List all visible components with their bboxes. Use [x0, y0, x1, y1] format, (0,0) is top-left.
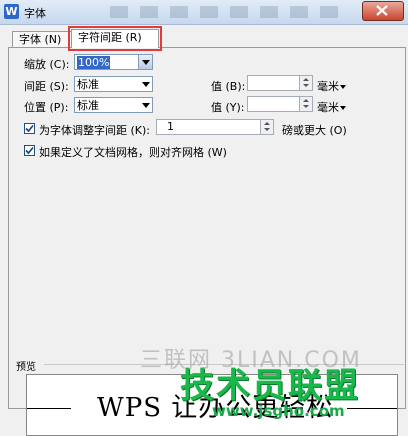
preview-label: 预览	[16, 362, 36, 373]
preview-baseline-left	[27, 408, 71, 409]
kerning-suffix: 磅或更大 (O)	[282, 124, 347, 137]
scale-dropdown-button[interactable]	[138, 55, 152, 69]
kerning-label: 为字体调整字间距 (K):	[39, 124, 150, 137]
spacing-value-label: 值 (B):	[211, 80, 246, 93]
preview-baseline-right	[347, 408, 397, 409]
scale-combo[interactable]: 100%	[74, 54, 153, 70]
watermark-jsgho: 技术员联盟	[180, 366, 360, 406]
spacing-label: 间距 (S):	[24, 80, 69, 93]
kerning-stepper[interactable]	[260, 120, 273, 134]
caret-down-icon	[340, 106, 346, 110]
wps-logo-icon: W	[4, 4, 19, 19]
blurred-toolbar	[110, 6, 350, 18]
spacing-stepper[interactable]	[299, 76, 312, 90]
position-value-label: 值 (Y):	[211, 101, 245, 114]
snap-grid-checkbox[interactable]	[24, 145, 35, 156]
close-icon	[376, 5, 388, 16]
chevron-down-icon	[142, 82, 150, 87]
position-select[interactable]: 标准	[74, 97, 153, 113]
position-unit-dropdown[interactable]: 毫米	[317, 99, 346, 115]
close-button[interactable]	[362, 1, 404, 21]
spacing-unit-dropdown[interactable]: 毫米	[317, 78, 346, 94]
kerning-checkbox[interactable]	[24, 123, 35, 134]
position-stepper[interactable]	[299, 97, 312, 111]
spacing-value-input[interactable]	[247, 75, 313, 91]
kerning-input[interactable]: 1	[156, 119, 274, 135]
tab-char-spacing[interactable]: 字符间距 (R)	[68, 26, 162, 51]
caret-down-icon	[340, 85, 346, 89]
checkmark-icon	[25, 124, 34, 133]
chevron-down-icon	[142, 103, 150, 108]
checkmark-icon	[25, 146, 34, 155]
chevron-down-icon	[142, 60, 150, 65]
snap-grid-label: 如果定义了文档网格，则对齐网格 (W)	[39, 146, 227, 159]
kerning-value: 1	[167, 120, 174, 133]
tab-font[interactable]: 字体 (N)	[12, 31, 74, 48]
spacing-select[interactable]: 标准	[74, 76, 153, 92]
spacing-value: 标准	[77, 78, 99, 91]
scale-value: 100%	[77, 56, 111, 69]
position-value: 标准	[77, 99, 99, 112]
position-value-input[interactable]	[247, 96, 313, 112]
scale-label: 缩放 (C):	[24, 58, 70, 71]
position-label: 位置 (P):	[24, 101, 69, 114]
title-bar: W 字体	[0, 0, 408, 25]
window-title: 字体	[24, 7, 46, 20]
watermark-url: www.jsgho.com	[212, 402, 345, 420]
